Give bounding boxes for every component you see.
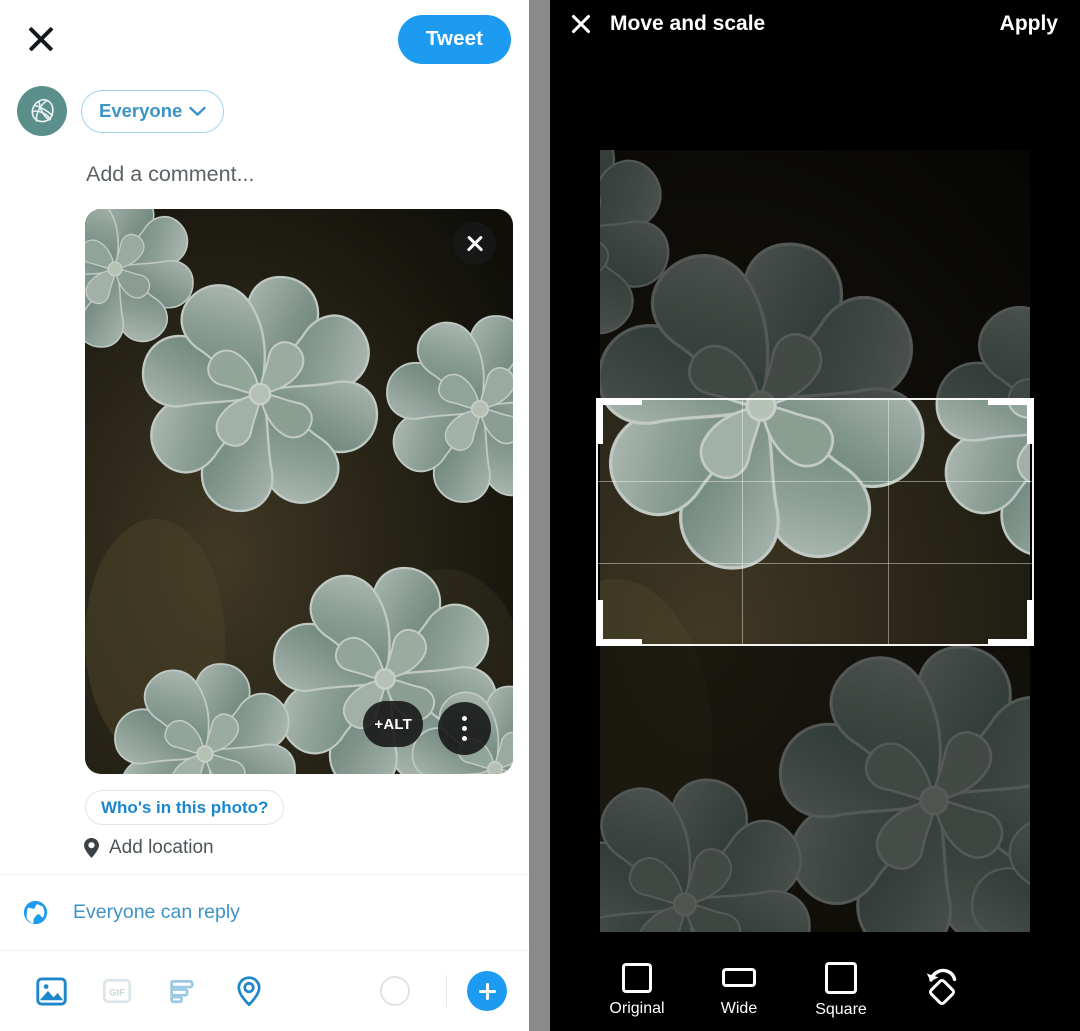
- remove-photo-button[interactable]: [453, 222, 496, 265]
- toolbar-divider: [446, 975, 447, 1007]
- photo-more-options-button[interactable]: [438, 702, 491, 755]
- crop-edge-left: [596, 398, 598, 646]
- location-icon[interactable]: [216, 974, 282, 1008]
- crop-panel: Move and scale Apply Original Wide Squar…: [550, 0, 1080, 1031]
- avatar[interactable]: [17, 86, 67, 136]
- gif-icon-glyph: GIF: [102, 978, 132, 1004]
- poll-icon[interactable]: [150, 974, 216, 1008]
- tweet-button[interactable]: Tweet: [397, 14, 511, 64]
- aspect-option-label: Original: [609, 999, 665, 1017]
- close-icon[interactable]: [568, 11, 594, 37]
- add-location-label: Add location: [109, 837, 214, 858]
- leaf-logo-icon: [31, 98, 54, 123]
- crop-photo-image: [600, 150, 1030, 932]
- app-screen: Tweet Everyone Add a comment... +ALT Who…: [0, 0, 1080, 1031]
- tag-people-row: Who's in this photo?: [85, 790, 529, 825]
- aspect-option-wide[interactable]: Wide: [688, 963, 790, 1018]
- map-pin-icon: [84, 838, 99, 858]
- reply-setting-label: Everyone can reply: [73, 901, 240, 923]
- media-icon[interactable]: [18, 974, 84, 1009]
- crop-edge-right: [1032, 398, 1034, 646]
- aspect-option-label: Wide: [720, 999, 758, 1017]
- compose-panel: Tweet Everyone Add a comment... +ALT Who…: [0, 0, 529, 1031]
- crop-title: Move and scale: [610, 12, 766, 35]
- compose-header: Tweet: [0, 0, 529, 78]
- square-outline-icon: [825, 961, 857, 994]
- wide-rectangle-icon: [722, 968, 756, 987]
- aspect-option-square[interactable]: Square: [790, 961, 892, 1019]
- tag-people-button[interactable]: Who's in this photo?: [85, 790, 285, 825]
- gif-icon[interactable]: GIF: [84, 974, 150, 1008]
- crop-header: Move and scale Apply: [550, 0, 1080, 48]
- crop-stage[interactable]: [596, 150, 1034, 932]
- square-outline-icon: [622, 962, 652, 993]
- apply-button[interactable]: Apply: [1000, 12, 1058, 36]
- location-pin-icon: [237, 976, 261, 1007]
- aspect-ratio-toolbar: Original Wide Square: [550, 949, 1080, 1031]
- audience-row: Everyone: [0, 86, 529, 136]
- compose-toolbar: GIF: [0, 951, 529, 1031]
- globe-icon: [23, 900, 48, 925]
- media-image-icon: [35, 977, 67, 1006]
- character-count-icon[interactable]: [362, 976, 428, 1006]
- rotate-button[interactable]: [892, 964, 992, 1006]
- rotate-icon: [926, 968, 957, 1005]
- add-location-row[interactable]: Add location: [83, 837, 529, 859]
- aspect-option-original[interactable]: Original: [586, 962, 688, 1018]
- more-dot: [461, 735, 468, 742]
- aspect-option-label: Square: [815, 1000, 867, 1018]
- add-tweet-icon[interactable]: [467, 971, 507, 1011]
- crop-header-left: Move and scale: [568, 11, 765, 37]
- panel-divider: [529, 0, 550, 1031]
- reply-setting-row[interactable]: Everyone can reply: [0, 875, 529, 950]
- character-count-ring: [380, 976, 410, 1006]
- chevron-down-icon: [189, 106, 206, 116]
- succulent-photo-image: [85, 209, 513, 774]
- more-dot: [461, 715, 468, 722]
- add-alt-text-button[interactable]: +ALT: [363, 701, 423, 747]
- close-icon[interactable]: [24, 22, 58, 56]
- more-dot: [461, 725, 468, 732]
- svg-text:GIF: GIF: [109, 987, 125, 997]
- comment-input[interactable]: Add a comment...: [0, 136, 529, 187]
- attached-photo[interactable]: +ALT: [85, 209, 513, 774]
- poll-bars-icon: [170, 980, 194, 1004]
- audience-selector[interactable]: Everyone: [81, 89, 225, 133]
- audience-label: Everyone: [99, 100, 183, 121]
